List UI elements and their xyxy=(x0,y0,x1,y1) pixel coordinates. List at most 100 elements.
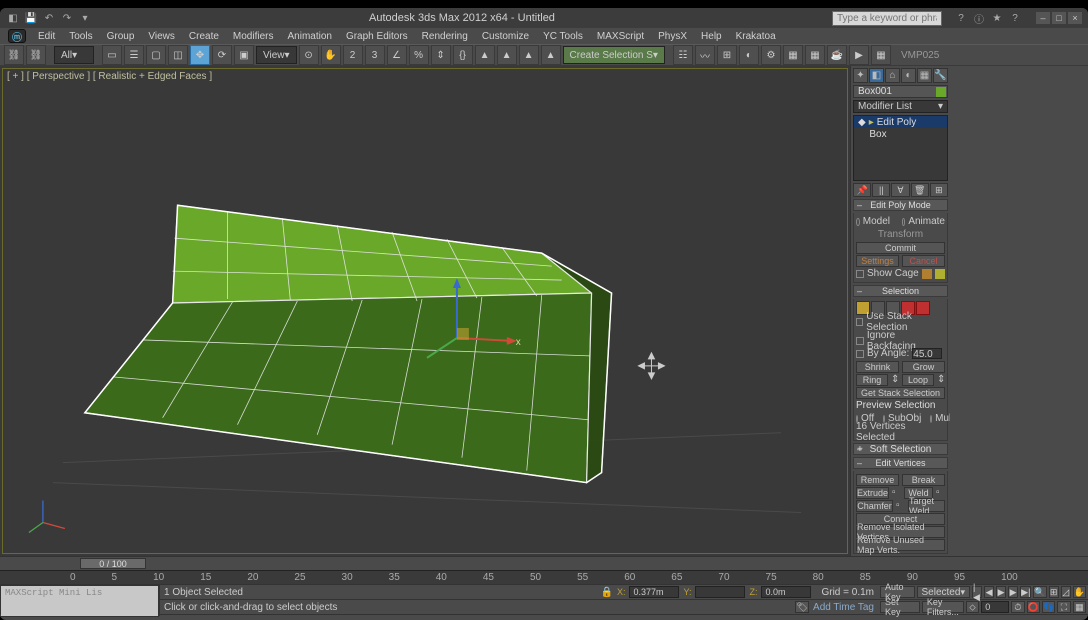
goto-start-icon[interactable]: |◀ xyxy=(972,586,982,598)
ring-button[interactable]: Ring xyxy=(856,374,888,386)
help-icon[interactable]: ? xyxy=(954,11,968,25)
info-icon[interactable]: ⓘ xyxy=(972,11,986,25)
snap-2d-icon[interactable]: 2 xyxy=(343,45,363,65)
select-name-icon[interactable]: ☰ xyxy=(124,45,144,65)
radio-model[interactable] xyxy=(856,218,860,226)
settings-button[interactable]: Settings xyxy=(856,255,899,267)
menu-maxscript[interactable]: MAXScript xyxy=(591,31,650,42)
add-time-tag[interactable]: Add Time Tag xyxy=(813,602,874,613)
current-frame-input[interactable] xyxy=(981,601,1009,613)
break-button[interactable]: Break xyxy=(902,474,945,486)
angle-spinner[interactable]: 45.0 xyxy=(912,348,942,359)
manip-icon[interactable]: ✋ xyxy=(321,45,341,65)
rollout-soft-selection[interactable]: +Soft Selection xyxy=(853,443,948,455)
set-key-button[interactable]: Set Key xyxy=(880,601,920,613)
rotate-tool-icon[interactable]: ⟳ xyxy=(212,45,232,65)
move-tool-icon[interactable]: ✥ xyxy=(190,45,210,65)
render-last-icon[interactable]: ▶ xyxy=(849,45,869,65)
minimize-button[interactable]: ‒ xyxy=(1036,12,1050,24)
prev-frame-icon[interactable]: ◀ xyxy=(984,586,994,598)
radio-off[interactable] xyxy=(856,415,858,423)
next-frame-icon[interactable]: ▶ xyxy=(1008,586,1018,598)
menu-rendering[interactable]: Rendering xyxy=(416,31,474,42)
redo-icon[interactable]: ↷ xyxy=(60,11,74,25)
named-sel-icon[interactable]: {} xyxy=(453,45,473,65)
key-mode-icon[interactable]: ⬦ xyxy=(966,601,979,613)
array-icon[interactable]: ▲ xyxy=(541,45,561,65)
nav-orbit-icon[interactable]: ⭕ xyxy=(1027,601,1040,613)
check-ignore-backfacing[interactable] xyxy=(856,337,864,345)
app-logo-icon[interactable]: ◧ xyxy=(6,11,20,25)
select-icon[interactable]: ▭ xyxy=(102,45,122,65)
undo-icon[interactable]: ↶ xyxy=(42,11,56,25)
check-show-cage[interactable] xyxy=(856,270,864,278)
render-frame-icon[interactable]: ▦ xyxy=(783,45,803,65)
menu-animation[interactable]: Animation xyxy=(281,31,337,42)
max-app-icon[interactable]: ⓜ xyxy=(8,29,26,43)
layer-icon[interactable]: ☷ xyxy=(673,45,693,65)
nav-zoom-icon[interactable]: 🔍 xyxy=(1033,586,1046,598)
coord-z-input[interactable] xyxy=(761,586,811,598)
render-prod-icon[interactable]: ▦ xyxy=(805,45,825,65)
goto-end-icon[interactable]: ▶| xyxy=(1020,586,1031,598)
object-name-field[interactable]: Box001 xyxy=(853,85,948,98)
modifier-list-dropdown[interactable]: Modifier List▾ xyxy=(853,100,948,113)
stack-box[interactable]: Box xyxy=(854,128,947,140)
target-weld-button[interactable]: Target Weld xyxy=(908,500,945,512)
modifier-stack[interactable]: ◆ ▸ Edit Poly Box xyxy=(853,115,948,181)
commit-button[interactable]: Commit xyxy=(856,242,945,254)
menu-krakatoa[interactable]: Krakatoa xyxy=(730,31,782,42)
render-icon[interactable]: ☕ xyxy=(827,45,847,65)
remove-mod-icon[interactable]: 🗑 xyxy=(911,183,929,197)
radio-multi[interactable] xyxy=(930,415,932,423)
save-icon[interactable]: 💾 xyxy=(24,11,38,25)
percent-snap-icon[interactable]: % xyxy=(409,45,429,65)
snap-3d-icon[interactable]: 3 xyxy=(365,45,385,65)
show-end-icon[interactable]: || xyxy=(872,183,890,197)
selection-set-dropdown[interactable]: Create Selection S ▾ xyxy=(563,46,665,64)
menu-views[interactable]: Views xyxy=(142,31,181,42)
unlink-icon[interactable]: ⛓ xyxy=(26,45,46,65)
search-input[interactable] xyxy=(832,11,942,26)
play-icon[interactable]: ▶ xyxy=(996,586,1006,598)
loop-button[interactable]: Loop xyxy=(902,374,934,386)
tool-icon[interactable]: ▦ xyxy=(871,45,891,65)
lock-icon[interactable]: 🔒 xyxy=(600,587,612,598)
nav-pan-icon[interactable]: ✋ xyxy=(1073,586,1086,598)
ref-coord-dropdown[interactable]: View ▾ xyxy=(256,46,297,64)
cancel-button[interactable]: Cancel xyxy=(902,255,945,267)
nav-extra-icon[interactable]: ▦ xyxy=(1073,601,1086,613)
close-button[interactable]: × xyxy=(1068,12,1082,24)
render-setup-icon[interactable]: ⚙ xyxy=(761,45,781,65)
star-icon[interactable]: ★ xyxy=(990,11,1004,25)
modify-tab-icon[interactable]: ◧ xyxy=(869,68,884,83)
object-color-swatch[interactable] xyxy=(936,87,946,97)
configure-icon[interactable]: ⊞ xyxy=(930,183,948,197)
remove-button[interactable]: Remove xyxy=(856,474,899,486)
nav-fov-icon[interactable]: ◿ xyxy=(1061,586,1071,598)
menu-help[interactable]: Help xyxy=(695,31,728,42)
time-tag-icon[interactable]: 🏷 xyxy=(795,601,809,613)
menu-create[interactable]: Create xyxy=(183,31,225,42)
rollout-selection[interactable]: Selection xyxy=(853,285,948,297)
remove-map-button[interactable]: Remove Unused Map Verts. xyxy=(856,539,945,551)
rollout-edit-poly-mode[interactable]: Edit Poly Mode xyxy=(853,199,948,211)
menu-modifiers[interactable]: Modifiers xyxy=(227,31,280,42)
scale-tool-icon[interactable]: ▣ xyxy=(234,45,254,65)
hierarchy-tab-icon[interactable]: ⌂ xyxy=(885,68,900,83)
time-slider-bar[interactable]: 0 / 100 xyxy=(0,556,1088,570)
spinner-snap-icon[interactable]: ⇕ xyxy=(431,45,451,65)
grow-button[interactable]: Grow xyxy=(902,361,945,373)
check-by-angle[interactable] xyxy=(856,350,864,358)
rect-select-icon[interactable]: ▢ xyxy=(146,45,166,65)
key-filters-button[interactable]: Key Filters... xyxy=(922,601,964,613)
create-tab-icon[interactable]: ✦ xyxy=(853,68,868,83)
angle-snap-icon[interactable]: ∠ xyxy=(387,45,407,65)
get-stack-sel-button[interactable]: Get Stack Selection xyxy=(856,387,945,399)
maximize-button[interactable]: □ xyxy=(1052,12,1066,24)
perspective-viewport[interactable]: [ + ] [ Perspective ] [ Realistic + Edge… xyxy=(2,68,848,554)
display-tab-icon[interactable]: ▦ xyxy=(917,68,932,83)
extrude-button[interactable]: Extrude xyxy=(856,487,889,499)
menu-physx[interactable]: PhysX xyxy=(652,31,693,42)
stack-edit-poly[interactable]: ◆ ▸ Edit Poly xyxy=(854,116,947,128)
